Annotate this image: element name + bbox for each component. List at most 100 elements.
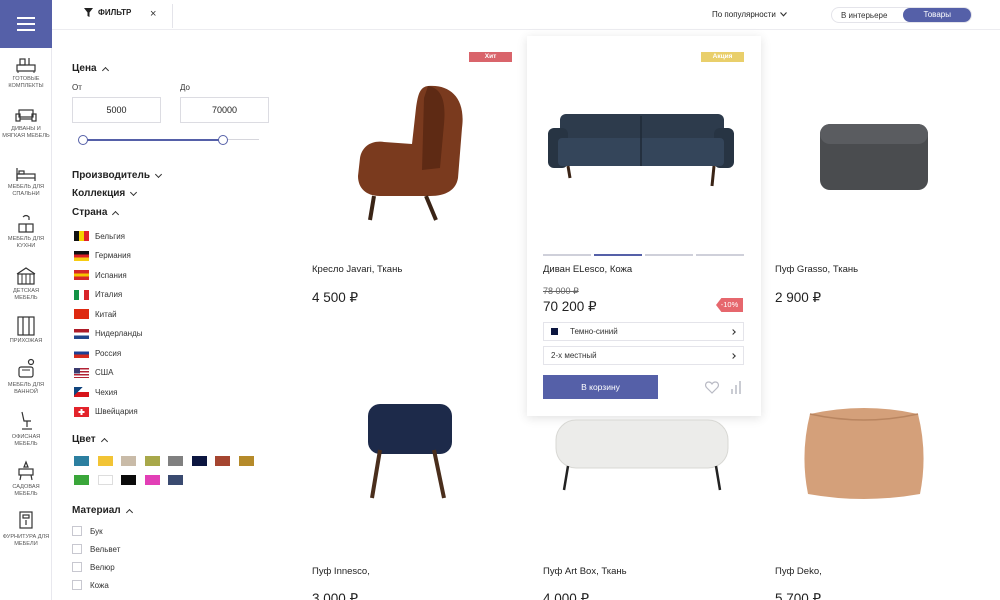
carousel-dot[interactable]	[645, 254, 693, 256]
view-products-button[interactable]: Товары	[903, 8, 971, 22]
garden-icon	[18, 460, 34, 481]
color-swatch[interactable]	[74, 456, 89, 466]
rail-item-sets[interactable]: ГОТОВЫЕ КОМПЛЕКТЫ	[0, 56, 52, 90]
product-price: 4 000 ₽	[543, 591, 590, 600]
country-label: Нидерланды	[95, 329, 143, 338]
material-option[interactable]: Велюр	[72, 562, 115, 572]
product-name[interactable]: Пуф Innesco,	[312, 566, 370, 577]
sofa-image[interactable]	[546, 108, 736, 192]
pouf-innesco-image[interactable]	[364, 402, 454, 500]
material-option[interactable]: Кожа	[72, 580, 109, 590]
rail-item-bedroom[interactable]: МЕБЕЛЬ ДЛЯ СПАЛЬНИ	[0, 166, 52, 198]
material-option[interactable]: Вельвет	[72, 544, 120, 554]
product-name[interactable]: Пуф Grasso, Ткань	[775, 264, 858, 275]
rail-item-office[interactable]: ОФИСНАЯ МЕБЕЛЬ	[0, 410, 52, 448]
country-option[interactable]: Россия	[74, 348, 121, 358]
color-swatch[interactable]	[168, 456, 183, 466]
product-name[interactable]: Пуф Deko,	[775, 566, 822, 577]
color-swatch[interactable]	[97, 475, 113, 485]
country-option[interactable]: Китай	[74, 309, 117, 319]
color-swatch[interactable]	[144, 456, 160, 466]
checkbox[interactable]	[72, 544, 82, 554]
product-price: 2 900 ₽	[775, 290, 822, 305]
size-option-select[interactable]: 2-х местный	[543, 346, 744, 365]
color-swatch[interactable]	[238, 456, 254, 466]
price-slider-min-handle[interactable]	[78, 135, 88, 145]
material-section-toggle[interactable]: Материал	[72, 505, 133, 516]
material-label: Велюр	[90, 562, 115, 572]
rail-item-label: ДИВАНЫ И МЯГКАЯ МЕБЕЛЬ	[2, 126, 50, 139]
color-swatch[interactable]	[144, 475, 160, 485]
armchair-image[interactable]	[350, 78, 470, 223]
add-to-cart-button[interactable]: В корзину	[543, 375, 658, 399]
product-name[interactable]: Диван ELesco, Кожа	[543, 264, 632, 275]
sort-dropdown[interactable]: По популярности	[712, 10, 787, 19]
product-name[interactable]: Кресло Javari, Ткань	[312, 264, 402, 275]
country-option[interactable]: Чехия	[74, 387, 117, 397]
price-to-input[interactable]	[180, 97, 269, 123]
color-option-select[interactable]: Темно-синий	[543, 322, 744, 341]
filter-label: ФИЛЬТР	[98, 8, 132, 17]
manufacturer-section-toggle[interactable]: Производитель	[72, 170, 163, 181]
pouf-grasso-image[interactable]	[818, 122, 930, 192]
color-swatch[interactable]	[121, 456, 136, 466]
color-swatch[interactable]	[97, 456, 113, 466]
rail-item-label: ОФИСНАЯ МЕБЕЛЬ	[11, 434, 41, 447]
country-option[interactable]: Германия	[74, 250, 131, 261]
filter-toggle[interactable]: ФИЛЬТР	[84, 8, 131, 17]
kitchen-icon	[18, 214, 34, 233]
flag-icon	[74, 250, 89, 261]
price-slider-max-handle[interactable]	[218, 135, 228, 145]
country-option[interactable]: Швейцария	[74, 406, 138, 417]
rail-item-kitchen[interactable]: МЕБЕЛЬ ДЛЯ КУХНИ	[0, 214, 52, 250]
price-slider-range	[83, 139, 223, 141]
rail-item-sofas[interactable]: ДИВАНЫ И МЯГКАЯ МЕБЕЛЬ	[0, 108, 52, 140]
carousel-dot-active[interactable]	[594, 254, 642, 256]
price-title: Цена	[72, 63, 97, 74]
rail-item-bath[interactable]: МЕБЕЛЬ ДЛЯ ВАННОЙ	[0, 358, 52, 396]
close-icon[interactable]: ×	[150, 8, 156, 20]
country-section-toggle[interactable]: Страна	[72, 207, 120, 218]
checkbox[interactable]	[72, 580, 82, 590]
funnel-icon	[84, 8, 93, 17]
color-swatch[interactable]	[215, 456, 230, 466]
flag-icon	[74, 309, 89, 319]
compare-icon[interactable]	[730, 380, 742, 395]
rail-item-kids[interactable]: ДЕТСКАЯ МЕБЕЛЬ	[0, 266, 52, 302]
view-interior-button[interactable]: В интерьере	[832, 11, 896, 20]
material-option[interactable]: Бук	[72, 526, 103, 536]
material-title: Материал	[72, 505, 121, 516]
color-swatch[interactable]	[191, 456, 207, 466]
pouf-deko-image[interactable]	[800, 404, 928, 502]
option-label: 2-х местный	[551, 351, 597, 360]
rail-item-hallway[interactable]: ПРИХОЖАЯ	[0, 316, 52, 345]
rail-item-garden[interactable]: САДОВАЯ МЕБЕЛЬ	[0, 460, 52, 498]
old-price: 78 000 ₽	[543, 286, 579, 296]
pouf-artbox-image[interactable]	[554, 418, 730, 492]
color-swatch[interactable]	[121, 475, 136, 485]
collection-section-toggle[interactable]: Коллекция	[72, 188, 138, 199]
color-swatch[interactable]	[168, 475, 183, 485]
menu-button[interactable]	[0, 0, 52, 48]
checkbox[interactable]	[72, 562, 82, 572]
product-name[interactable]: Пуф Art Box, Ткань	[543, 566, 627, 577]
color-section-toggle[interactable]: Цвет	[72, 434, 108, 445]
chevron-down-icon	[779, 12, 787, 17]
price-section-toggle[interactable]: Цена	[72, 63, 109, 74]
country-option[interactable]: Италия	[74, 289, 122, 300]
country-option[interactable]: США	[74, 367, 113, 378]
country-option[interactable]: Нидерланды	[74, 328, 143, 339]
country-label: Чехия	[95, 387, 118, 397]
checkbox[interactable]	[72, 526, 82, 536]
set-icon	[16, 58, 36, 73]
color-swatch[interactable]	[74, 475, 89, 485]
price-from-input[interactable]	[72, 97, 161, 123]
country-option[interactable]: Бельгия	[74, 231, 125, 241]
country-option[interactable]: Испания	[74, 270, 127, 280]
carousel-dot[interactable]	[543, 254, 591, 256]
rail-item-hardware[interactable]: ФУРНИТУРА ДЛЯ МЕБЕЛИ	[0, 510, 52, 548]
heart-icon[interactable]	[705, 381, 719, 394]
carousel-dot[interactable]	[696, 254, 744, 256]
country-label: Испания	[95, 270, 127, 280]
category-rail: ГОТОВЫЕ КОМПЛЕКТЫ ДИВАНЫ И МЯГКАЯ МЕБЕЛЬ…	[0, 0, 52, 600]
